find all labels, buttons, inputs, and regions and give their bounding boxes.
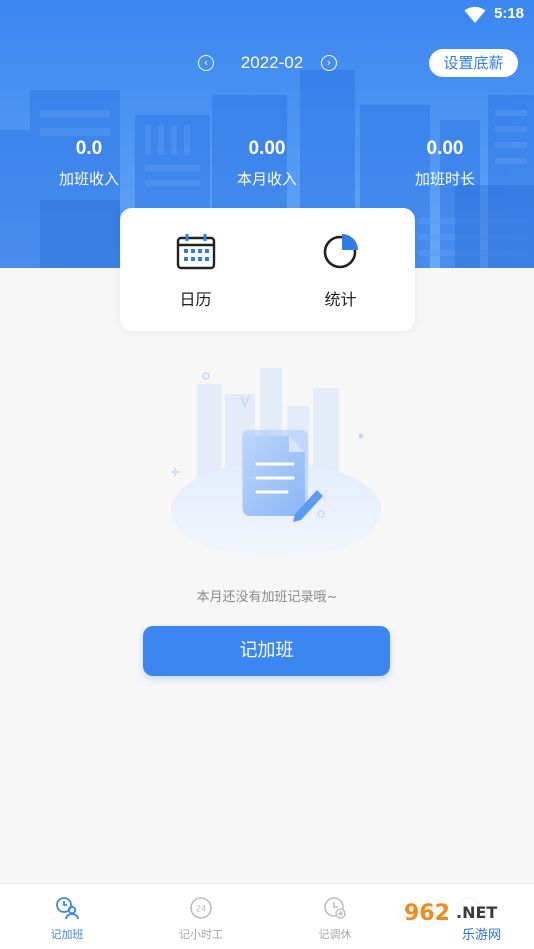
svg-text:24: 24: [196, 904, 206, 914]
set-base-salary-button[interactable]: 设置底薪: [429, 49, 518, 77]
stat-month-income: 0.00 本月收入: [212, 138, 322, 189]
clock-plus-icon: [324, 897, 346, 919]
tab-label: 记调休: [318, 928, 352, 941]
pie-chart-icon: [323, 234, 358, 269]
overtime-icon: [56, 897, 79, 920]
svg-text:.NET: .NET: [456, 903, 497, 922]
status-bar: 5:18: [0, 0, 534, 30]
stat-overtime-income: 0.0 加班收入: [34, 138, 144, 189]
stat-value: 0.00: [248, 138, 286, 159]
stat-value: 0.0: [75, 138, 103, 159]
add-overtime-button[interactable]: 记加班: [143, 626, 390, 676]
stat-label: 加班收入: [58, 170, 119, 188]
statistics-button[interactable]: 统计: [267, 208, 414, 331]
tab-overtime[interactable]: 记加班: [0, 884, 134, 949]
chevron-right-circle-icon[interactable]: ›: [321, 55, 337, 71]
calendar-button[interactable]: 日历: [122, 208, 269, 331]
month-selector: ‹ 2022-02 ›: [196, 50, 342, 76]
stat-label: 加班时长: [414, 170, 475, 188]
svg-text:962: 962: [404, 901, 450, 926]
calendar-label: 日历: [179, 290, 212, 309]
hourly-24-icon: 24: [190, 897, 212, 919]
current-month[interactable]: 2022-02: [234, 53, 310, 73]
calendar-icon: [176, 234, 216, 270]
svg-text:乐游网: 乐游网: [462, 928, 501, 943]
chevron-left-circle-icon[interactable]: ‹: [198, 55, 214, 71]
statistics-label: 统计: [324, 290, 357, 309]
tab-label: 记小时工: [179, 928, 223, 941]
tab-label: 记加班: [50, 928, 84, 941]
status-time: 5:18: [494, 5, 525, 22]
empty-document-icon: [171, 368, 381, 558]
wifi-icon: [464, 6, 486, 23]
stat-label: 本月收入: [236, 170, 297, 188]
stat-value: 0.00: [426, 138, 464, 159]
stat-overtime-hours: 0.00 加班时长: [390, 138, 500, 189]
quick-actions-card: 日历 统计: [120, 208, 415, 331]
tab-time-off[interactable]: 记调休: [268, 884, 402, 949]
tab-hourly-work[interactable]: 24 记小时工: [134, 884, 268, 949]
empty-state-message: 本月还没有加班记录哦~: [196, 590, 338, 605]
site-watermark-logo: 962 .NET 乐游网: [396, 896, 530, 944]
